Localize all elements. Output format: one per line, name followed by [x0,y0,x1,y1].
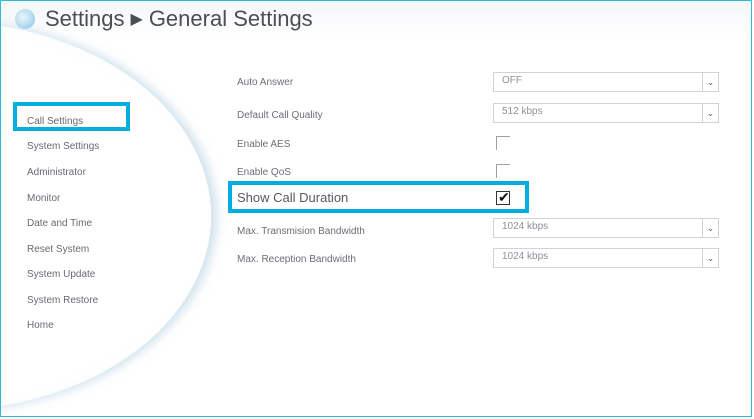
chevron-down-icon[interactable]: ⌄ [702,249,718,267]
breadcrumb-general-settings: General Settings [148,6,313,31]
enable-qos-checkbox[interactable] [496,164,510,178]
breadcrumb: Settings ▶ General Settings [45,6,313,32]
sidebar-item-administrator[interactable]: Administrator [27,167,86,178]
sidebar-item-date-and-time[interactable]: Date and Time [27,218,92,229]
default-call-quality-value: 512 kbps [502,106,543,117]
default-call-quality-label: Default Call Quality [237,110,323,121]
show-call-duration-checkbox[interactable]: ✔ [496,189,510,205]
max-reception-bandwidth-label: Max. Reception Bandwidth [237,254,356,265]
enable-qos-label: Enable QoS [237,167,291,178]
auto-answer-label: Auto Answer [237,77,294,88]
default-call-quality-select[interactable]: 512 kbps ⌄ [493,103,719,123]
chevron-down-icon[interactable]: ⌄ [702,219,718,237]
max-transmission-bandwidth-label: Max. Transmision Bandwidth [237,226,365,237]
sidebar-panel [1,21,211,411]
sidebar-item-system-update[interactable]: System Update [27,269,95,280]
max-reception-bandwidth-select[interactable]: 1024 kbps ⌄ [493,248,719,268]
breadcrumb-separator-icon: ▶ [130,11,143,28]
breadcrumb-settings[interactable]: Settings [45,6,125,31]
sidebar-item-call-settings[interactable]: Call Settings [27,116,83,127]
sidebar-item-home[interactable]: Home [27,320,54,331]
enable-aes-checkbox[interactable] [496,136,510,150]
chevron-down-icon[interactable]: ⌄ [702,73,718,91]
app-window: Settings ▶ General Settings Call Settings … [0,0,752,417]
max-transmission-bandwidth-value: 1024 kbps [502,221,549,232]
chevron-down-icon[interactable]: ⌄ [702,104,718,122]
checkmark-icon: ✔ [498,189,510,205]
sidebar-item-monitor[interactable]: Monitor [27,193,60,204]
settings-sphere-icon [15,9,35,29]
sidebar-item-reset-system[interactable]: Reset System [27,244,89,255]
sidebar-item-system-settings[interactable]: System Settings [27,141,99,152]
enable-aes-label: Enable AES [237,139,291,150]
max-reception-bandwidth-value: 1024 kbps [502,251,549,262]
auto-answer-select[interactable]: OFF ⌄ [493,72,719,92]
show-call-duration-label: Show Call Duration [237,190,349,205]
auto-answer-value: OFF [502,75,522,86]
max-transmission-bandwidth-select[interactable]: 1024 kbps ⌄ [493,218,719,238]
sidebar-item-system-restore[interactable]: System Restore [27,295,98,306]
